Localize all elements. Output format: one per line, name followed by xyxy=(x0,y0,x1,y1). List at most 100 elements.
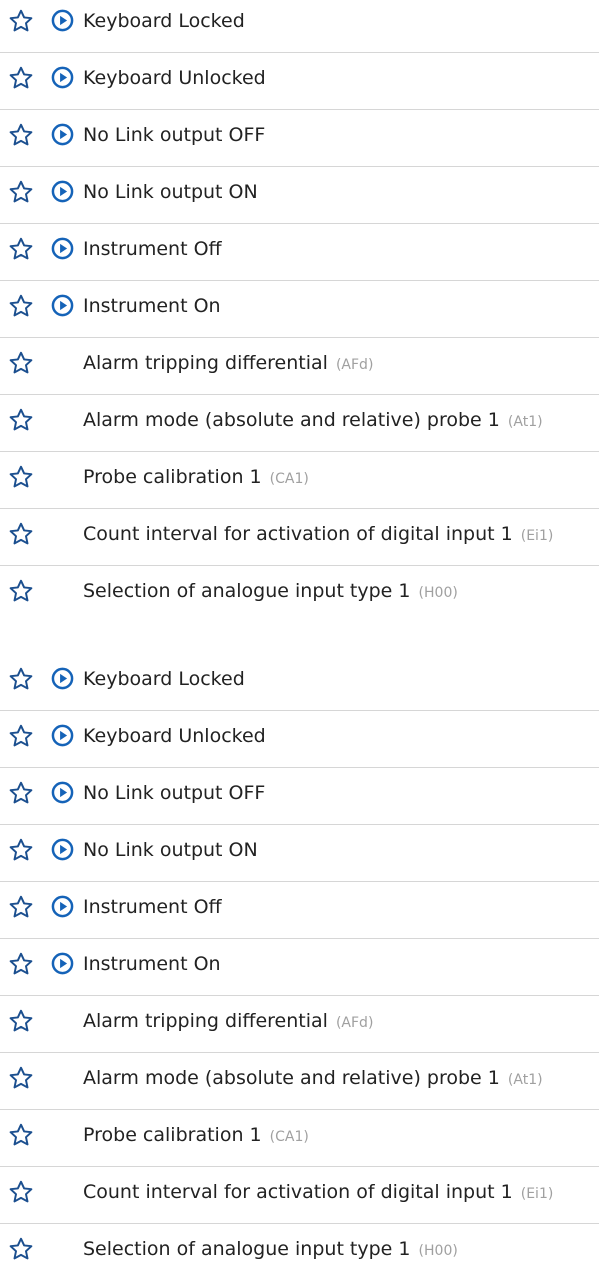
command-row-keyboard-unlocked[interactable]: Keyboard Unlocked xyxy=(0,53,599,110)
parameter-label: Alarm mode (absolute and relative) probe… xyxy=(83,409,543,433)
parameter-row-h00[interactable]: Selection of analogue input type 1 (H00) xyxy=(0,1224,599,1281)
play-icon[interactable] xyxy=(51,781,74,804)
parameter-row-ca1[interactable]: Probe calibration 1 (CA1) xyxy=(0,1110,599,1167)
command-row-keyboard-locked[interactable]: Keyboard Locked xyxy=(0,654,599,711)
command-row-instrument-on[interactable]: Instrument On xyxy=(0,939,599,996)
command-row-no-link-output-off[interactable]: No Link output OFF xyxy=(0,110,599,167)
command-row-keyboard-unlocked[interactable]: Keyboard Unlocked xyxy=(0,711,599,768)
parameter-label: Probe calibration 1 (CA1) xyxy=(83,466,309,490)
parameter-row-afd[interactable]: Alarm tripping differential (AFd) xyxy=(0,996,599,1053)
parameter-code: (CA1) xyxy=(269,471,309,487)
star-icon[interactable] xyxy=(8,236,34,262)
star-icon[interactable] xyxy=(8,780,34,806)
command-label: No Link output OFF xyxy=(83,782,266,804)
star-icon[interactable] xyxy=(8,1236,34,1262)
command-label: Keyboard Locked xyxy=(83,10,245,32)
parameter-name: Probe calibration 1 xyxy=(83,1124,262,1146)
play-icon[interactable] xyxy=(51,895,74,918)
parameter-code: (At1) xyxy=(507,414,543,430)
command-label: No Link output OFF xyxy=(83,124,266,146)
parameter-label: Selection of analogue input type 1 (H00) xyxy=(83,580,458,604)
star-icon[interactable] xyxy=(8,951,34,977)
play-icon[interactable] xyxy=(51,66,74,89)
command-label: Keyboard Unlocked xyxy=(83,725,266,747)
star-icon[interactable] xyxy=(8,1179,34,1205)
command-label: No Link output ON xyxy=(83,839,258,861)
parameter-row-ca1[interactable]: Probe calibration 1 (CA1) xyxy=(0,452,599,509)
star-icon[interactable] xyxy=(8,8,34,34)
parameter-name: Count interval for activation of digital… xyxy=(83,1181,513,1203)
star-icon[interactable] xyxy=(8,723,34,749)
star-icon[interactable] xyxy=(8,894,34,920)
star-icon[interactable] xyxy=(8,837,34,863)
command-row-keyboard-locked[interactable]: Keyboard Locked xyxy=(0,0,599,53)
play-icon[interactable] xyxy=(51,838,74,861)
play-icon[interactable] xyxy=(51,180,74,203)
star-icon[interactable] xyxy=(8,1122,34,1148)
star-icon[interactable] xyxy=(8,578,34,604)
parameter-name: Selection of analogue input type 1 xyxy=(83,580,411,602)
parameter-name: Alarm mode (absolute and relative) probe… xyxy=(83,409,500,431)
play-icon[interactable] xyxy=(51,724,74,747)
play-icon[interactable] xyxy=(51,123,74,146)
command-row-no-link-output-off[interactable]: No Link output OFF xyxy=(0,768,599,825)
parameter-code: (AFd) xyxy=(335,1015,374,1031)
star-icon[interactable] xyxy=(8,350,34,376)
star-icon[interactable] xyxy=(8,521,34,547)
play-icon[interactable] xyxy=(51,667,74,690)
parameter-code: (Ei1) xyxy=(520,1186,554,1202)
parameter-label: Alarm mode (absolute and relative) probe… xyxy=(83,1067,543,1091)
parameter-name: Count interval for activation of digital… xyxy=(83,523,513,545)
parameter-row-h00[interactable]: Selection of analogue input type 1 (H00) xyxy=(0,566,599,623)
command-label: Instrument Off xyxy=(83,238,222,260)
parameter-label: Count interval for activation of digital… xyxy=(83,523,553,547)
parameter-name: Probe calibration 1 xyxy=(83,466,262,488)
star-icon[interactable] xyxy=(8,122,34,148)
parameter-label: Alarm tripping differential (AFd) xyxy=(83,352,373,376)
parameter-code: (Ei1) xyxy=(520,528,554,544)
play-icon[interactable] xyxy=(51,9,74,32)
command-row-instrument-on[interactable]: Instrument On xyxy=(0,281,599,338)
parameter-row-ei1[interactable]: Count interval for activation of digital… xyxy=(0,1167,599,1224)
command-label: Keyboard Locked xyxy=(83,668,245,690)
parameter-label: Probe calibration 1 (CA1) xyxy=(83,1124,309,1148)
parameter-label: Alarm tripping differential (AFd) xyxy=(83,1010,373,1034)
command-row-instrument-off[interactable]: Instrument Off xyxy=(0,882,599,939)
parameter-label: Count interval for activation of digital… xyxy=(83,1181,553,1205)
star-icon[interactable] xyxy=(8,293,34,319)
parameter-name: Alarm tripping differential xyxy=(83,1010,328,1032)
parameter-name: Alarm mode (absolute and relative) probe… xyxy=(83,1067,500,1089)
command-row-instrument-off[interactable]: Instrument Off xyxy=(0,224,599,281)
star-icon[interactable] xyxy=(8,1008,34,1034)
parameter-code: (CA1) xyxy=(269,1129,309,1145)
command-row-no-link-output-on[interactable]: No Link output ON xyxy=(0,167,599,224)
play-icon[interactable] xyxy=(51,237,74,260)
command-list-group-2: Keyboard Locked Keyboard Unlocked No Lin… xyxy=(0,654,599,1281)
parameter-code: (H00) xyxy=(418,585,458,601)
star-icon[interactable] xyxy=(8,1065,34,1091)
parameter-label: Selection of analogue input type 1 (H00) xyxy=(83,1238,458,1262)
parameter-name: Selection of analogue input type 1 xyxy=(83,1238,411,1260)
parameter-row-at1[interactable]: Alarm mode (absolute and relative) probe… xyxy=(0,1053,599,1110)
command-row-no-link-output-on[interactable]: No Link output ON xyxy=(0,825,599,882)
parameter-row-at1[interactable]: Alarm mode (absolute and relative) probe… xyxy=(0,395,599,452)
command-label: Instrument On xyxy=(83,953,221,975)
command-label: Instrument Off xyxy=(83,896,222,918)
parameter-row-afd[interactable]: Alarm tripping differential (AFd) xyxy=(0,338,599,395)
star-icon[interactable] xyxy=(8,65,34,91)
command-list-group-1: Keyboard Locked Keyboard Unlocked No Lin… xyxy=(0,0,599,623)
star-icon[interactable] xyxy=(8,179,34,205)
star-icon[interactable] xyxy=(8,666,34,692)
play-icon[interactable] xyxy=(51,294,74,317)
parameter-name: Alarm tripping differential xyxy=(83,352,328,374)
command-label: No Link output ON xyxy=(83,181,258,203)
star-icon[interactable] xyxy=(8,464,34,490)
parameter-code: (AFd) xyxy=(335,357,374,373)
parameter-row-ei1[interactable]: Count interval for activation of digital… xyxy=(0,509,599,566)
star-icon[interactable] xyxy=(8,407,34,433)
parameter-code: (H00) xyxy=(418,1243,458,1259)
command-label: Instrument On xyxy=(83,295,221,317)
play-icon[interactable] xyxy=(51,952,74,975)
command-label: Keyboard Unlocked xyxy=(83,67,266,89)
parameter-code: (At1) xyxy=(507,1072,543,1088)
